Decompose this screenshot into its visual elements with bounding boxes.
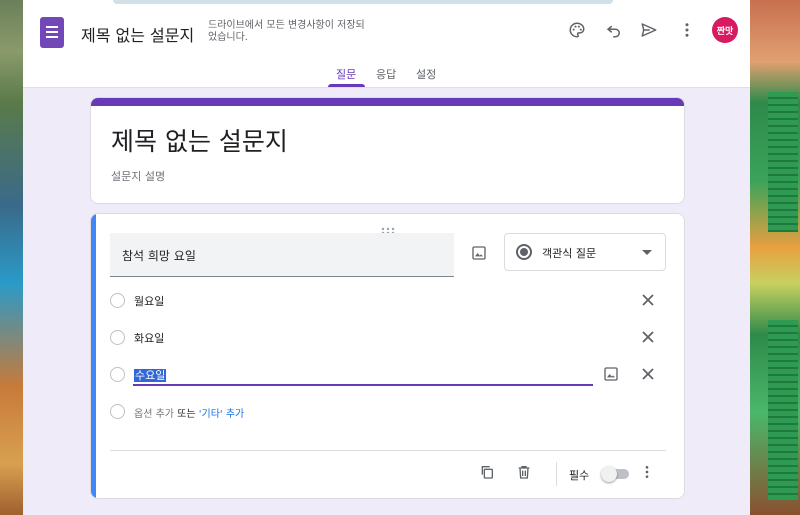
question-type-dropdown[interactable]: 객관식 질문 (504, 233, 666, 271)
question-title-input[interactable]: 참석 희망 요일 (110, 233, 454, 277)
radio-button-icon (516, 244, 532, 260)
background-photo-right (750, 0, 800, 515)
undo-icon[interactable] (602, 18, 626, 42)
radio-circle-icon (110, 293, 125, 308)
question-title-text: 참석 희망 요일 (122, 249, 196, 263)
option-row[interactable]: 화요일 (110, 325, 666, 349)
option-label[interactable]: 월요일 (134, 293, 164, 309)
dropdown-arrow-icon (642, 250, 652, 255)
tab-settings[interactable]: 설정 (416, 66, 436, 82)
remove-option-icon[interactable] (638, 327, 658, 347)
remove-option-icon[interactable] (638, 290, 658, 310)
forms-logo-icon[interactable] (40, 17, 64, 48)
avatar[interactable]: 짠맛 (712, 17, 738, 43)
send-icon[interactable] (637, 18, 661, 42)
active-card-indicator (91, 214, 96, 498)
more-vert-icon[interactable] (675, 18, 699, 42)
save-status: 드라이브에서 모든 변경사항이 저장되었습니다. (208, 20, 365, 43)
form-title-card[interactable]: 제목 없는 설문지 설문지 설명 (90, 97, 685, 204)
more-options-icon[interactable] (636, 461, 658, 483)
palette-icon[interactable] (565, 18, 589, 42)
option-label[interactable]: 화요일 (134, 330, 164, 346)
delete-icon[interactable] (513, 461, 535, 483)
document-title[interactable]: 제목 없는 설문지 (81, 22, 194, 46)
add-image-icon[interactable] (468, 242, 490, 264)
option-image-icon[interactable] (600, 363, 622, 385)
question-type-label: 객관식 질문 (542, 247, 597, 260)
tab-bar: 질문 응답 설정 (23, 66, 750, 88)
required-toggle[interactable] (601, 466, 629, 482)
radio-circle-icon (110, 404, 125, 419)
active-input-underline (133, 384, 593, 386)
add-option-link[interactable]: 옵션 추가 (134, 409, 174, 420)
tab-questions[interactable]: 질문 (336, 66, 356, 82)
top-bar: 제목 없는 설문지 드라이브에서 모든 변경사항이 저장되었습니다. 짠맛 질문… (23, 0, 750, 88)
question-footer-divider (110, 450, 666, 451)
or-text: 또는 (177, 409, 196, 420)
google-forms-editor: 제목 없는 설문지 드라이브에서 모든 변경사항이 저장되었습니다. 짠맛 질문… (23, 0, 750, 515)
required-label: 필수 (569, 469, 590, 482)
tab-responses[interactable]: 응답 (376, 66, 396, 82)
remove-option-icon[interactable] (638, 364, 658, 384)
question-card[interactable]: 참석 희망 요일 객관식 질문 월요일 화요일 수요일 옵션 추가 또는 '기타… (90, 213, 685, 499)
form-description-field[interactable]: 설문지 설명 (111, 168, 165, 184)
form-title[interactable]: 제목 없는 설문지 (111, 122, 288, 158)
radio-circle-icon (110, 330, 125, 345)
radio-circle-icon (110, 367, 125, 382)
duplicate-icon[interactable] (476, 461, 498, 483)
active-tab-indicator (328, 84, 365, 87)
add-other-link[interactable]: '기타' 추가 (199, 409, 244, 420)
drag-handle-icon[interactable] (381, 220, 395, 235)
option-label-selected[interactable]: 수요일 (134, 369, 167, 382)
add-option-row: 옵션 추가 또는 '기타' 추가 (110, 399, 666, 423)
option-row[interactable]: 수요일 (110, 362, 666, 386)
background-photo-left (0, 0, 23, 515)
option-row[interactable]: 월요일 (110, 288, 666, 312)
